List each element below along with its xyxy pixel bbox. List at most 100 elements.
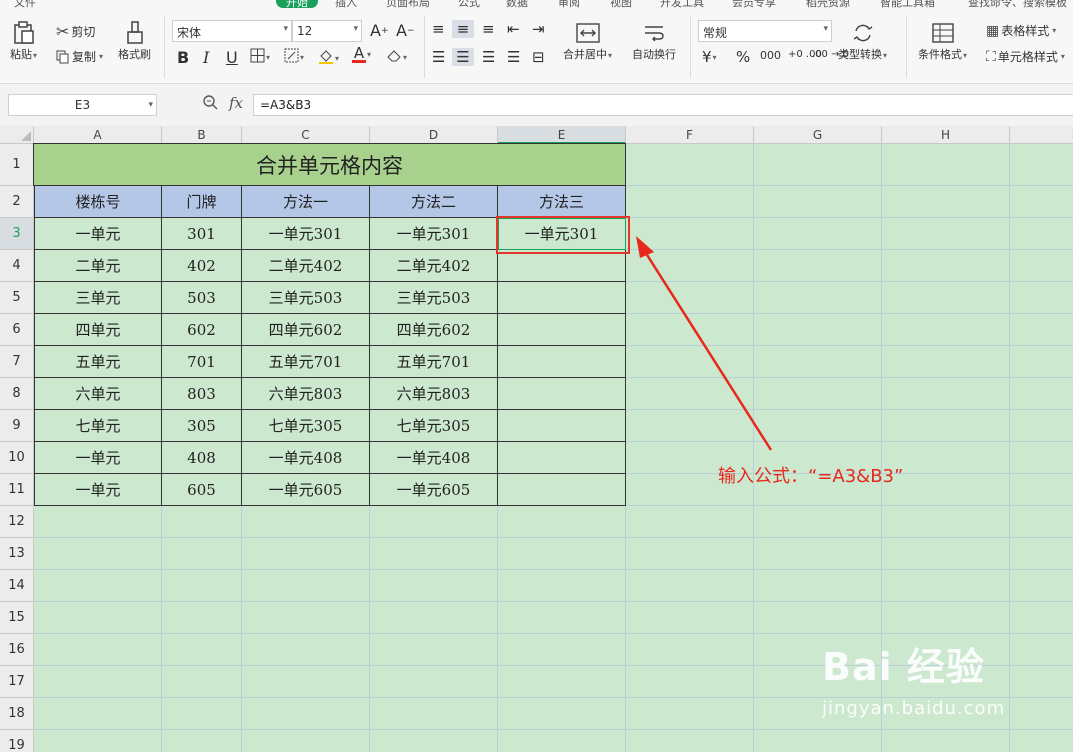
table-cell[interactable]: 一单元408	[370, 442, 498, 474]
table-cell[interactable]: 三单元503	[242, 282, 370, 314]
row-header-13[interactable]: 13	[0, 538, 34, 570]
tab-file[interactable]: 文件	[14, 0, 36, 8]
shrink-font-button[interactable]: A −	[396, 21, 415, 40]
align-right-button[interactable]: ☰	[482, 48, 495, 66]
italic-button[interactable]: I	[203, 48, 209, 67]
table-cell[interactable]: 一单元605	[242, 474, 370, 506]
table-cell[interactable]: 701	[162, 346, 242, 378]
table-cell[interactable]: 二单元402	[242, 250, 370, 282]
table-cell[interactable]: 402	[162, 250, 242, 282]
tab-review[interactable]: 审阅	[558, 0, 580, 8]
row-header-1[interactable]: 1	[0, 144, 34, 186]
table-cell[interactable]: 305	[162, 410, 242, 442]
header-cell[interactable]: 方法一	[242, 186, 370, 218]
tab-formulas[interactable]: 公式	[458, 0, 480, 8]
tab-docer[interactable]: 稻壳资源	[806, 0, 850, 8]
font-name-select[interactable]: 宋体 ▾	[172, 20, 292, 42]
wrap-text-button[interactable]: 自动换行	[632, 20, 676, 62]
row-header-14[interactable]: 14	[0, 570, 34, 602]
tab-member[interactable]: 会员专享	[732, 0, 776, 8]
currency-button[interactable]: ¥ ▾	[702, 48, 717, 66]
row-header-19[interactable]: 19	[0, 730, 34, 752]
column-header-i[interactable]: I	[1010, 126, 1073, 144]
table-cell[interactable]	[498, 346, 626, 378]
table-cell[interactable]	[498, 282, 626, 314]
search-command[interactable]: 查找命令、搜索模板	[968, 0, 1067, 8]
align-middle-button[interactable]: ≡	[452, 20, 474, 38]
indent-decrease-button[interactable]: ⇤	[507, 20, 520, 38]
align-center-button[interactable]: ☰	[452, 48, 474, 66]
table-cell[interactable]: 一单元408	[242, 442, 370, 474]
justify-button[interactable]: ☰	[507, 48, 520, 66]
table-cell[interactable]: 七单元305	[242, 410, 370, 442]
header-cell[interactable]: 方法二	[370, 186, 498, 218]
align-left-button[interactable]: ☰	[432, 48, 445, 66]
copy-button[interactable]: 复制 ▾	[56, 48, 103, 65]
table-cell[interactable]: 二单元	[34, 250, 162, 282]
table-cell[interactable]: 301	[162, 218, 242, 250]
table-cell[interactable]: 408	[162, 442, 242, 474]
table-cell[interactable]: 六单元803	[242, 378, 370, 410]
grow-font-button[interactable]: A +	[370, 21, 389, 40]
fx-icon[interactable]: fx	[229, 94, 243, 112]
distributed-button[interactable]: ⊟	[532, 48, 545, 66]
formula-input[interactable]: =A3&B3	[253, 94, 1073, 116]
clear-button[interactable]: ▾	[386, 48, 407, 67]
conditional-format-button[interactable]: 条件格式▾	[918, 20, 967, 62]
table-cell[interactable]: 一单元	[34, 218, 162, 250]
table-cell[interactable]	[498, 378, 626, 410]
row-header-2[interactable]: 2	[0, 186, 34, 218]
column-header-d[interactable]: D	[370, 126, 498, 144]
table-cell[interactable]: 一单元605	[370, 474, 498, 506]
row-header-15[interactable]: 15	[0, 602, 34, 634]
table-cell[interactable]: 五单元701	[242, 346, 370, 378]
row-header-10[interactable]: 10	[0, 442, 34, 474]
table-cell[interactable]: 803	[162, 378, 242, 410]
tab-home[interactable]: 开始	[276, 0, 318, 8]
row-header-8[interactable]: 8	[0, 378, 34, 410]
table-cell[interactable]: 六单元	[34, 378, 162, 410]
tab-data[interactable]: 数据	[506, 0, 528, 8]
cut-button[interactable]: ✂ 剪切	[56, 22, 95, 41]
align-bottom-button[interactable]: ≡	[482, 20, 495, 38]
table-cell[interactable]: 605	[162, 474, 242, 506]
row-header-6[interactable]: 6	[0, 314, 34, 346]
row-header-5[interactable]: 5	[0, 282, 34, 314]
row-header-3[interactable]: 3	[0, 218, 34, 250]
header-cell[interactable]: 门牌	[162, 186, 242, 218]
column-header-f[interactable]: F	[626, 126, 754, 144]
zoom-icon[interactable]	[202, 94, 218, 114]
name-box[interactable]: E3 ▾	[8, 94, 157, 116]
indent-increase-button[interactable]: ⇥	[532, 20, 545, 38]
table-cell[interactable]: 三单元503	[370, 282, 498, 314]
table-cell[interactable]: 五单元701	[370, 346, 498, 378]
merge-center-button[interactable]: 合并居中▾	[563, 20, 612, 62]
column-header-h[interactable]: H	[882, 126, 1010, 144]
column-header-b[interactable]: B	[162, 126, 242, 144]
percent-button[interactable]: %	[736, 48, 750, 66]
row-header-17[interactable]: 17	[0, 666, 34, 698]
table-cell[interactable]	[498, 314, 626, 346]
paste-button[interactable]: 粘贴▾	[10, 20, 37, 62]
column-header-c[interactable]: C	[242, 126, 370, 144]
column-header-g[interactable]: G	[754, 126, 882, 144]
table-cell[interactable]: 一单元301	[242, 218, 370, 250]
table-cell[interactable]: 二单元402	[370, 250, 498, 282]
table-style-button[interactable]: ▦ 表格样式 ▾	[986, 22, 1056, 39]
font-color-button[interactable]: A ▾	[352, 46, 371, 63]
table-cell[interactable]	[498, 474, 626, 506]
table-cell[interactable]: 七单元305	[370, 410, 498, 442]
font-size-select[interactable]: 12 ▾	[292, 20, 362, 42]
thousands-button[interactable]: 000	[760, 49, 781, 62]
borders-button[interactable]: ▾	[250, 48, 270, 67]
row-header-4[interactable]: 4	[0, 250, 34, 282]
tab-developer[interactable]: 开发工具	[660, 0, 704, 8]
tab-view[interactable]: 视图	[610, 0, 632, 8]
header-cell[interactable]: 楼栋号	[34, 186, 162, 218]
cell-style-button[interactable]: ⛶ 单元格样式 ▾	[986, 48, 1065, 65]
select-all-corner[interactable]	[0, 126, 34, 144]
header-cell[interactable]: 方法三	[498, 186, 626, 218]
row-header-18[interactable]: 18	[0, 698, 34, 730]
tab-insert[interactable]: 插入	[335, 0, 357, 8]
row-header-9[interactable]: 9	[0, 410, 34, 442]
